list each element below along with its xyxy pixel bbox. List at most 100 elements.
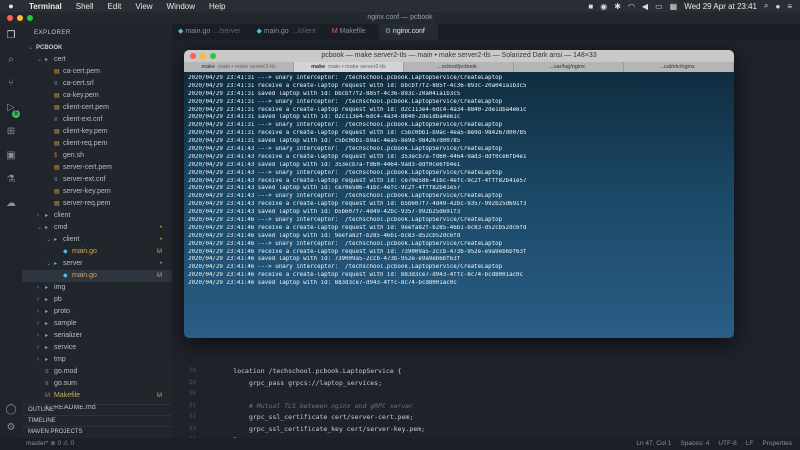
outline-section[interactable]: OUTLINE xyxy=(22,404,172,415)
folder-item[interactable]: › ▸ sample xyxy=(22,318,172,330)
volume-icon[interactable]: ◀ xyxy=(642,2,648,11)
menu-edit[interactable]: Edit xyxy=(101,2,129,11)
search-icon[interactable]: ⌕ xyxy=(5,54,17,66)
source-control-icon[interactable]: ⑂ xyxy=(5,78,17,90)
terminal-line: 2020/04/29 23:41:43 ---> unary intercept… xyxy=(188,146,503,153)
tree-item-label: serializer xyxy=(54,332,83,339)
explorer-icon[interactable]: ❐ xyxy=(5,30,17,42)
file-item[interactable]: ≡ go.mod xyxy=(22,366,172,378)
vscode-window-controls xyxy=(7,15,33,21)
bluetooth-icon[interactable]: ✱ xyxy=(614,2,621,11)
file-item[interactable]: ≡ go.sum xyxy=(22,378,172,390)
folder-item[interactable]: › ▸ serializer xyxy=(22,330,172,342)
file-item[interactable]: ◆ main.go M xyxy=(22,270,172,282)
tree-item-label: pb xyxy=(54,296,62,303)
terminal-tab[interactable]: make main • make server2-tls xyxy=(184,62,294,72)
terminal-title: pcbook — make server2-tls — main • make … xyxy=(321,52,597,59)
file-item[interactable]: ▤ ca-key.pem xyxy=(22,90,172,102)
editor-tab[interactable]: ⚙ nginx.conf xyxy=(378,24,438,40)
editor-tab[interactable]: ◆ main.go .../client xyxy=(250,24,325,40)
folder-item[interactable]: ⌄ ▸ cert xyxy=(22,54,172,66)
folder-item[interactable]: ⌄ ▸ server • xyxy=(22,258,172,270)
folder-item[interactable]: › ▸ img xyxy=(22,282,172,294)
make-file-icon: M xyxy=(45,393,50,399)
status-item[interactable]: UTF-8 xyxy=(718,438,736,450)
terminal-line: 2020/04/29 23:41:43 ---> unary intercept… xyxy=(188,193,503,200)
editor-tab[interactable]: M Makefile xyxy=(326,24,379,40)
wifi-icon[interactable]: ◠ xyxy=(628,2,635,11)
git-branch-status[interactable]: master* ⊗ 0 ⚠ 0 xyxy=(26,438,74,450)
remote-icon[interactable]: ▣ xyxy=(5,150,17,162)
accounts-icon[interactable]: ◯ xyxy=(5,404,17,416)
terminal-tab-label: ...school/pcbook xyxy=(437,64,477,70)
menu-view[interactable]: View xyxy=(128,2,159,11)
terminal-line: 2020/04/29 23:41:31 ---> unary intercept… xyxy=(188,75,503,81)
file-file-icon: ≡ xyxy=(45,381,49,387)
terminal-tab[interactable]: ...cal/etc/nginx xyxy=(624,62,734,72)
search-icon[interactable]: ⌕ xyxy=(764,1,768,11)
folder-item[interactable]: › ▸ client xyxy=(22,210,172,222)
record-icon[interactable]: ◉ xyxy=(600,2,607,11)
folder-file-icon: ▸ xyxy=(45,285,49,291)
menu-shell[interactable]: Shell xyxy=(69,2,101,11)
file-item[interactable]: ▤ server-req.pem xyxy=(22,198,172,210)
zoom-window-icon[interactable] xyxy=(210,53,216,59)
chevron-icon: ⌄ xyxy=(37,57,43,63)
folder-file-icon: ▸ xyxy=(45,57,49,63)
file-item[interactable]: ≡ server-ext.cnf xyxy=(22,174,172,186)
file-item[interactable]: $ gen.sh xyxy=(22,150,172,162)
status-item[interactable]: Spaces: 4 xyxy=(680,438,709,450)
editor-tab[interactable]: ◆ main.go .../server xyxy=(172,24,250,40)
camera-icon[interactable]: ■ xyxy=(588,2,593,11)
terminal-body[interactable]: 2020/04/29 23:41:31 ---> unary intercept… xyxy=(184,72,734,338)
minimize-window-icon[interactable] xyxy=(200,53,206,59)
docker-icon[interactable]: ☁ xyxy=(5,198,17,210)
battery-icon[interactable]: ▭ xyxy=(655,2,663,11)
timeline-section[interactable]: TIMELINE xyxy=(22,415,172,426)
terminal-tab[interactable]: ...school/pcbook xyxy=(404,62,514,72)
clock[interactable]: Wed 29 Apr at 23:41 xyxy=(684,2,757,11)
maven-projects-section[interactable]: MAVEN PROJECTS xyxy=(22,426,172,437)
close-window-icon[interactable] xyxy=(7,15,13,21)
flag-icon[interactable]: ▦ xyxy=(670,2,678,11)
menu-terminal[interactable]: Terminal xyxy=(22,2,69,11)
settings-gear-icon[interactable]: ⚙ xyxy=(5,422,17,434)
user-icon[interactable]: ● xyxy=(775,2,780,11)
status-item[interactable]: Properties xyxy=(762,438,792,450)
folder-item[interactable]: › ▸ proto xyxy=(22,306,172,318)
folder-item[interactable]: ⌄ PCBOOK xyxy=(22,42,172,54)
terminal-tab[interactable]: ...var/log/nginx xyxy=(514,62,624,72)
activity-bar: ❐ ⌕ ⑂ ▷ 5 ⊞ ▣ ⚗ ☁ ◯ ⚙ xyxy=(0,24,22,438)
terminal-line: 2020/04/29 23:41:31 ---> unary intercept… xyxy=(188,122,503,129)
folder-item[interactable]: › ▸ pb xyxy=(22,294,172,306)
file-item[interactable]: ▤ ca-cert.pem xyxy=(22,66,172,78)
folder-item[interactable]: ⌄ ▸ client • xyxy=(22,234,172,246)
menu-list-icon[interactable]: ≡ xyxy=(787,2,792,11)
file-item[interactable]: ▤ client-cert.pem xyxy=(22,102,172,114)
terminal-tab[interactable]: make main • make server2-tls xyxy=(294,62,404,72)
extensions-icon[interactable]: ⊞ xyxy=(5,126,17,138)
status-item[interactable]: LF xyxy=(746,438,754,450)
file-item[interactable]: ▤ client-req.pem xyxy=(22,138,172,150)
file-item[interactable]: ◆ main.go M xyxy=(22,246,172,258)
file-item[interactable]: ▤ client-key.pem xyxy=(22,126,172,138)
folder-item[interactable]: › ▸ service xyxy=(22,342,172,354)
menu-help[interactable]: Help xyxy=(202,2,232,11)
pem-file-icon: ▤ xyxy=(54,201,60,207)
close-window-icon[interactable] xyxy=(190,53,196,59)
file-item[interactable]: ≡ ca-cert.srl xyxy=(22,78,172,90)
file-item[interactable]: ≡ client-ext.cnf xyxy=(22,114,172,126)
flask-icon[interactable]: ⚗ xyxy=(5,174,17,186)
file-item[interactable]: ▤ server-key.pem xyxy=(22,186,172,198)
terminal-line: 2020/04/29 23:41:31 saved laptop with id… xyxy=(188,90,461,97)
file-item[interactable]: M Makefile M xyxy=(22,390,172,402)
folder-item[interactable]: › ▸ tmp xyxy=(22,354,172,366)
tree-item-label: ca-cert.srl xyxy=(63,80,94,87)
zoom-window-icon[interactable] xyxy=(27,15,33,21)
file-item[interactable]: ▤ server-cert.pem xyxy=(22,162,172,174)
folder-item[interactable]: ⌄ ▸ cmd • xyxy=(22,222,172,234)
status-item[interactable]: Ln 47, Col 1 xyxy=(636,438,671,450)
apple-menu-icon[interactable]: ● xyxy=(0,1,22,11)
minimize-window-icon[interactable] xyxy=(17,15,23,21)
menu-window[interactable]: Window xyxy=(160,2,202,11)
